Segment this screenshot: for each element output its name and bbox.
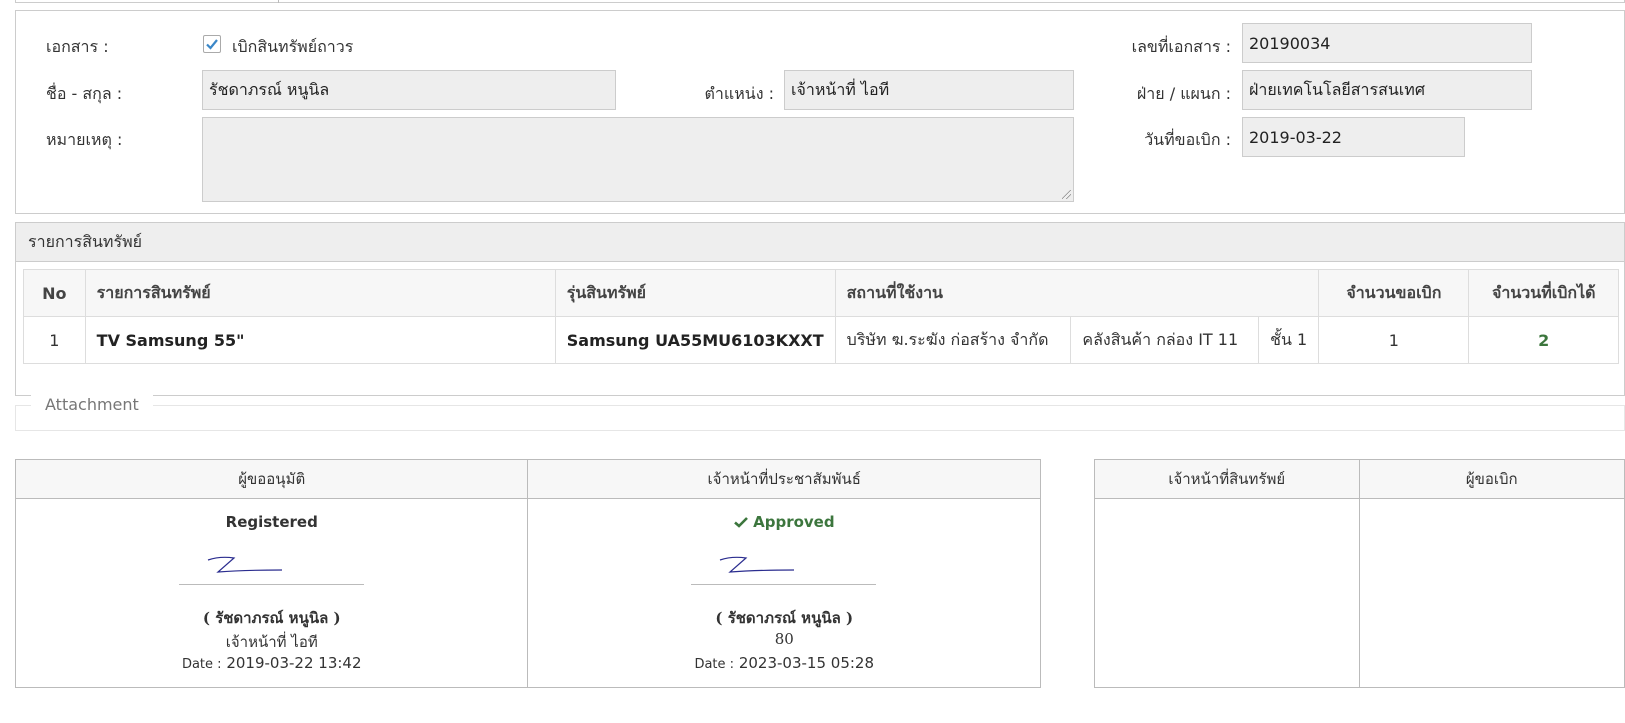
position-label: ตำแหน่ง : bbox=[704, 84, 774, 103]
position-field[interactable]: เจ้าหน้าที่ ไอที bbox=[784, 70, 1074, 110]
approver-header-requester: ผู้ขออนุมัติ bbox=[14, 459, 529, 499]
col-header-location: สถานที่ใช้งาน bbox=[834, 269, 1320, 317]
request-form-panel: เอกสาร : เบิกสินทรัพย์ถาวร เลขที่เอกสาร … bbox=[15, 10, 1625, 214]
request-date-field[interactable]: 2019-03-22 bbox=[1242, 117, 1465, 157]
check-icon bbox=[734, 517, 748, 528]
department-label: ฝ่าย / แผนก : bbox=[1136, 84, 1231, 103]
date-label: Date : bbox=[694, 657, 735, 672]
top-panel-edge bbox=[15, 0, 1625, 3]
date-value: 2019-03-22 13:42 bbox=[226, 654, 362, 672]
top-panel-divider bbox=[278, 0, 279, 3]
signature-line bbox=[691, 584, 877, 585]
approval-cell-withdrawer bbox=[1358, 498, 1625, 688]
approver-header-withdrawer: ผู้ขอเบิก bbox=[1358, 459, 1625, 499]
attachment-legend: Attachment bbox=[31, 395, 153, 414]
approval-cell-pr-officer: Approved ( รัชดาภรณ์ หนูนิล ) 80 Date : … bbox=[527, 498, 1041, 688]
asset-list-panel: รายการสินทรัพย์ No รายการสินทรัพย์ รุ่นส… bbox=[15, 222, 1625, 396]
request-date-label: วันที่ขอเบิก : bbox=[1144, 130, 1231, 149]
name-label: ชื่อ - สกุล : bbox=[46, 84, 123, 103]
table-row: 1 TV Samsung 55" Samsung UA55MU6103KXXT … bbox=[23, 316, 1619, 364]
cell-warehouse: คลังสินค้า กล่อง IT 11 bbox=[1070, 316, 1260, 364]
check-icon bbox=[206, 39, 218, 50]
cell-model: Samsung UA55MU6103KXXT bbox=[554, 316, 836, 364]
col-header-item: รายการสินทรัพย์ bbox=[84, 269, 556, 317]
col-header-approved-qty: จำนวนที่เบิกได้ bbox=[1468, 269, 1619, 317]
note-textarea[interactable] bbox=[202, 117, 1074, 202]
col-header-model: รุ่นสินทรัพย์ bbox=[554, 269, 836, 317]
doc-no-field[interactable]: 20190034 bbox=[1242, 23, 1532, 63]
status-registered: Registered bbox=[225, 513, 318, 531]
cell-floor: ชั้น 1 bbox=[1258, 316, 1320, 364]
doc-type-checkbox[interactable] bbox=[203, 35, 221, 53]
date-label: Date : bbox=[181, 657, 222, 672]
receipt-signature-table: เจ้าหน้าที่สินทรัพย์ ผู้ขอเบิก bbox=[1094, 459, 1625, 688]
asset-table: No รายการสินทรัพย์ รุ่นสินทรัพย์ สถานที่… bbox=[23, 269, 1619, 364]
cell-no: 1 bbox=[23, 316, 86, 364]
cell-requested-qty: 1 bbox=[1318, 316, 1470, 364]
approval-cell-asset-officer bbox=[1094, 498, 1360, 688]
status-approved: Approved bbox=[528, 513, 1040, 531]
date-value: 2023-03-15 05:28 bbox=[738, 654, 874, 672]
department-field[interactable]: ฝ่ายเทคโนโลยีสารสนเทศ bbox=[1242, 70, 1532, 110]
approval-date: Date : 2023-03-15 05:28 bbox=[528, 654, 1040, 672]
doc-type-label: เอกสาร : bbox=[46, 37, 109, 56]
doc-no-label: เลขที่เอกสาร : bbox=[1131, 37, 1231, 56]
approval-date: Date : 2019-03-22 13:42 bbox=[16, 654, 527, 672]
asset-list-title: รายการสินทรัพย์ bbox=[16, 223, 1624, 262]
approver-name: ( รัชดาภรณ์ หนูนิล ) bbox=[202, 609, 341, 627]
note-label: หมายเหตุ : bbox=[46, 130, 123, 149]
cell-company: บริษัท ฆ.ระฆัง ก่อสร้าง จำกัด bbox=[834, 316, 1072, 364]
col-header-no: No bbox=[23, 269, 86, 317]
name-field[interactable]: รัชดาภรณ์ หนูนิล bbox=[202, 70, 616, 110]
cell-approved-qty: 2 bbox=[1468, 316, 1619, 364]
approver-header-pr-officer: เจ้าหน้าที่ประชาสัมพันธ์ bbox=[527, 459, 1041, 499]
approval-cell-requester: Registered ( รัชดาภรณ์ หนูนิล ) เจ้าหน้า… bbox=[14, 498, 529, 688]
approver-header-asset-officer: เจ้าหน้าที่สินทรัพย์ bbox=[1094, 459, 1360, 499]
signature-image bbox=[720, 556, 795, 573]
signature-image bbox=[207, 556, 283, 573]
col-header-requested-qty: จำนวนขอเบิก bbox=[1318, 269, 1470, 317]
approval-signature-table: ผู้ขออนุมัติ เจ้าหน้าที่ประชาสัมพันธ์ Re… bbox=[14, 459, 1041, 688]
doc-type-option-label: เบิกสินทรัพย์ถาวร bbox=[232, 37, 354, 56]
asset-table-header-row: No รายการสินทรัพย์ รุ่นสินทรัพย์ สถานที่… bbox=[23, 269, 1619, 317]
signature-line bbox=[179, 584, 364, 585]
cell-item: TV Samsung 55" bbox=[84, 316, 556, 364]
status-approved-label: Approved bbox=[753, 513, 835, 531]
approver-name: ( รัชดาภรณ์ หนูนิล ) bbox=[715, 609, 854, 627]
approver-position: 80 bbox=[774, 630, 794, 648]
resize-grip-icon[interactable] bbox=[1062, 190, 1071, 199]
attachment-section: Attachment bbox=[15, 395, 1625, 431]
approver-position: เจ้าหน้าที่ ไอที bbox=[225, 633, 318, 651]
